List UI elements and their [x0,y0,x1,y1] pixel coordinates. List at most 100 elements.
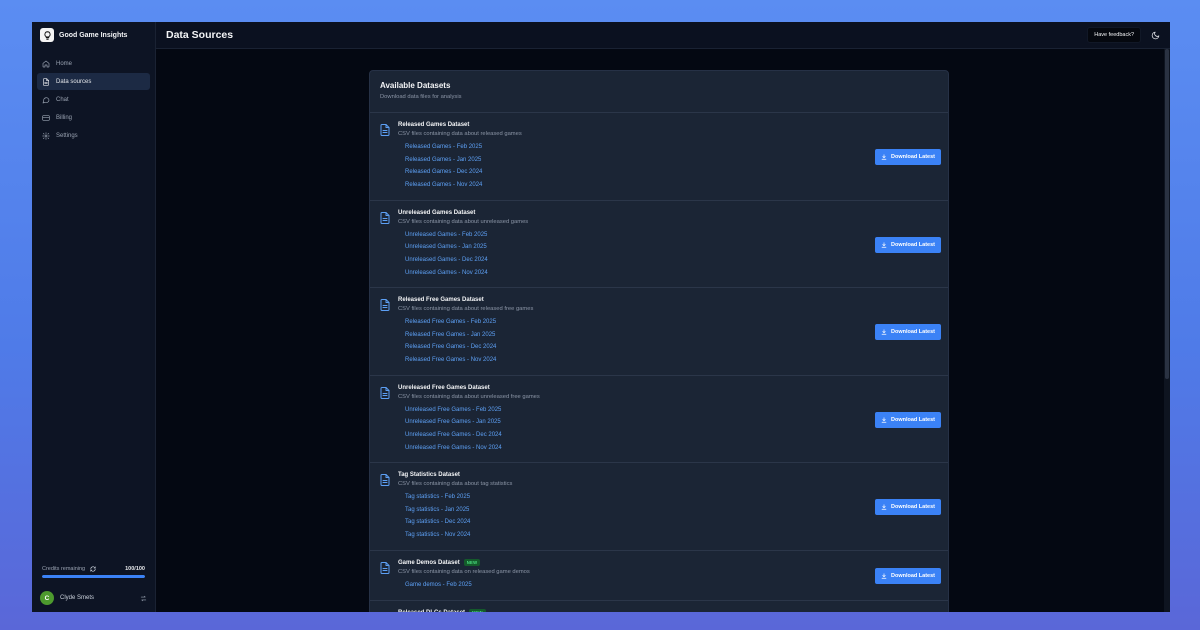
new-badge: NEW [469,609,486,612]
dataset-description: CSV files containing data about tag stat… [398,481,513,487]
file-link[interactable]: Unreleased Games - Nov 2024 [405,267,938,280]
dataset-row: Unreleased Free Games Dataset CSV files c… [370,376,948,463]
scrollbar-thumb[interactable] [1165,49,1169,379]
download-latest-label: Download Latest [890,329,935,335]
chat-icon [42,97,50,104]
dataset-description: CSV files containing data about unreleas… [398,393,540,400]
sidebar-item-label: Data sources [56,78,92,85]
dataset-row: Released Games Dataset CSV files containi… [370,113,948,201]
download-latest-label: Download Latest [890,504,935,510]
dataset-description: CSV files containing data on released ga… [398,568,530,575]
download-latest-button[interactable]: Download Latest [874,236,941,253]
file-link[interactable]: Released Games - Nov 2024 [405,179,938,192]
file-link[interactable]: Unreleased Free Games - Jan 2025 [405,416,938,429]
download-latest-button[interactable]: Download Latest [874,567,941,584]
dataset-title: Unreleased Free Games Dataset [398,384,490,391]
sidebar-item-home[interactable]: Home [37,55,150,72]
feedback-button[interactable]: Have feedback? [1087,27,1141,43]
dataset-title: Released DLCs Dataset [398,610,465,613]
download-latest-button[interactable]: Download Latest [874,324,941,340]
credits-progress-fill [42,575,145,578]
sidebar-item-label: Chat [56,96,69,103]
sidebar-item-label: Home [56,60,73,67]
credits-value: 100/100 [125,566,145,572]
file-link[interactable]: Released Games - Dec 2024 [405,166,938,179]
card-subtitle: Download data files for analysis [380,94,462,100]
credits-label: Credits remaining [42,566,86,572]
scrollbar[interactable] [1164,49,1170,612]
document-icon [380,473,390,486]
file-link[interactable]: Tag statistics - Jan 2025 [405,504,938,517]
dataset-title: Released Games Dataset [398,122,470,128]
dataset-row: Released DLCs Dataset NEW [370,601,948,613]
download-latest-button[interactable]: Download Latest [874,411,941,428]
file-link[interactable]: Released Free Games - Dec 2024 [405,341,938,354]
file-list: Released Games - Feb 2025 Released Games … [398,141,938,192]
dataset-row: Tag Statistics Dataset CSV files containi… [370,463,948,551]
file-link[interactable]: Tag statistics - Feb 2025 [405,491,938,504]
file-link[interactable]: Tag statistics - Nov 2024 [405,529,938,542]
credit-card-icon [42,115,50,121]
dataset-title: Unreleased Games Dataset [398,209,476,216]
download-icon [881,504,887,510]
file-link[interactable]: Unreleased Free Games - Feb 2025 [405,404,938,417]
download-latest-button[interactable]: Download Latest [874,149,941,165]
avatar: C [40,591,54,605]
dataset-title: Game Demos Dataset [398,559,460,566]
sidebar-item-data-sources[interactable]: Data sources [37,73,150,91]
download-icon [881,154,887,160]
brand[interactable]: Good Game Insights [37,28,150,42]
file-link[interactable]: Tag statistics - Dec 2024 [405,516,938,529]
new-badge: NEW [463,559,481,566]
user-name: Clyde Smets [60,595,95,601]
file-list: Game demos - Feb 2025 [398,579,938,592]
file-link[interactable]: Released Free Games - Jan 2025 [405,329,938,342]
file-link[interactable]: Unreleased Free Games - Dec 2024 [405,429,938,442]
file-icon [43,78,49,86]
moon-icon[interactable] [1151,31,1160,40]
document-icon [380,386,390,399]
download-latest-label: Download Latest [890,416,935,423]
file-list: Unreleased Free Games - Feb 2025 Unreleas… [398,404,938,455]
file-link[interactable]: Unreleased Free Games - Nov 2024 [405,442,938,455]
file-link[interactable]: Unreleased Games - Jan 2025 [405,241,938,254]
file-list: Unreleased Games - Feb 2025 Unreleased Ga… [398,229,938,280]
dataset-list: Released Games Dataset CSV files containi… [370,113,948,612]
user-profile[interactable]: C Clyde Smets [40,591,147,605]
sidebar-item-chat[interactable]: Chat [37,91,150,108]
file-link[interactable]: Released Games - Jan 2025 [405,154,938,167]
download-latest-label: Download Latest [890,572,935,579]
file-list: Tag statistics - Feb 2025 Tag statistics … [398,491,938,542]
file-link[interactable]: Unreleased Games - Feb 2025 [405,229,938,242]
app-name: Good Game Insights [59,31,128,39]
home-icon [42,60,50,67]
refresh-icon[interactable] [90,566,96,572]
file-link[interactable]: Released Games - Feb 2025 [405,141,938,154]
sidebar-item-billing[interactable]: Billing [37,110,150,127]
dataset-row: Unreleased Games Dataset CSV files contai… [370,201,948,288]
sidebar-item-label: Settings [56,133,78,140]
dataset-title: Tag Statistics Dataset [398,472,460,478]
download-latest-label: Download Latest [890,154,935,160]
sidebar-nav: Home Data sources Chat Billing Settings [37,55,150,145]
file-link[interactable]: Game demos - Feb 2025 [405,579,938,592]
file-link[interactable]: Released Free Games - Nov 2024 [405,354,938,367]
dataset-description: CSV files containing data about released… [398,131,522,137]
switch-icon[interactable] [140,595,147,602]
document-icon [380,298,390,311]
download-latest-button[interactable]: Download Latest [874,499,941,515]
credits-progress-bar [42,575,145,578]
topbar: Data Sources Have feedback? [156,22,1170,49]
dataset-description: CSV files containing data about unreleas… [398,218,529,225]
page-title: Data Sources [166,29,234,41]
file-link[interactable]: Unreleased Games - Dec 2024 [405,254,938,267]
dataset-row: Released Free Games Dataset CSV files con… [370,288,948,376]
file-link[interactable]: Released Free Games - Feb 2025 [405,316,938,329]
main-area: Data Sources Have feedback? Available Da… [156,22,1170,612]
dataset-description: CSV files containing data about released… [398,306,534,312]
document-icon [380,211,390,224]
dataset-row: Game Demos Dataset NEW CSV files containin… [370,551,948,601]
download-icon [881,241,887,248]
sidebar-item-label: Billing [56,115,73,122]
sidebar-item-settings[interactable]: Settings [37,128,150,145]
